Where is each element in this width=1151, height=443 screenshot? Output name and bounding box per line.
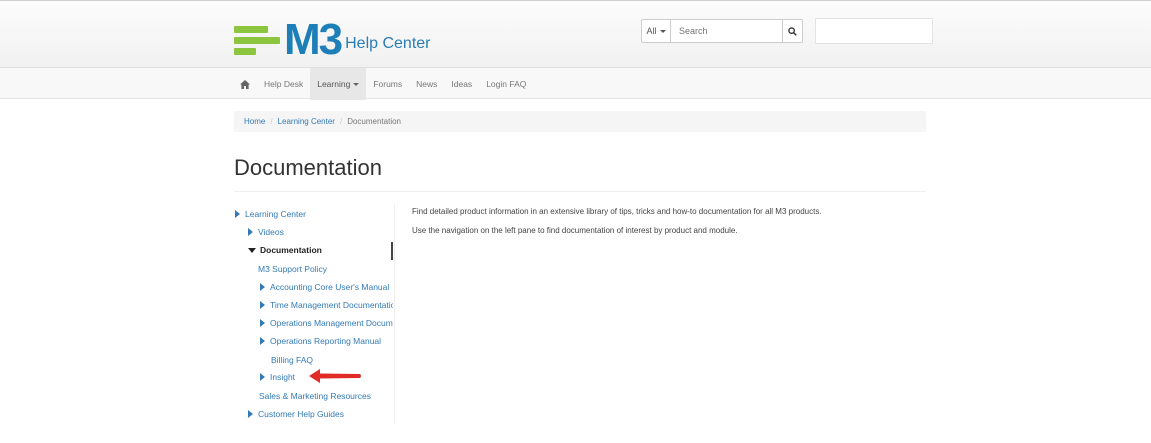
content-paragraph: Find detailed product information in an … — [412, 207, 822, 216]
caret-right-icon — [260, 319, 265, 327]
tree-item-learning-center[interactable]: Learning Center — [235, 208, 306, 220]
tree-item-label: Videos — [258, 227, 284, 237]
nav-label: Forums — [373, 79, 403, 89]
title-divider — [234, 191, 926, 192]
breadcrumb-separator: / — [270, 117, 273, 126]
breadcrumb-learning-center[interactable]: Learning Center — [278, 117, 335, 126]
tree-item-videos[interactable]: Videos — [248, 226, 284, 238]
nav-login-faq[interactable]: Login FAQ — [479, 68, 533, 100]
nav-news[interactable]: News — [409, 68, 444, 100]
caret-down-icon — [248, 247, 256, 253]
nav-home[interactable] — [233, 68, 257, 100]
search-icon — [788, 26, 797, 36]
caret-right-icon — [260, 373, 265, 381]
tree-item-time-management[interactable]: Time Management Documentation — [260, 299, 393, 311]
tree-item-label: Operations Management Documentation — [270, 318, 393, 328]
search-button[interactable] — [783, 19, 803, 43]
breadcrumb-separator: / — [339, 117, 343, 126]
search-scope-label: All — [646, 26, 657, 36]
tree-item-label: Documentation — [260, 245, 322, 255]
content-paragraph: Use the navigation on the left pane to f… — [412, 226, 738, 235]
tree-item-label: Billing FAQ — [271, 355, 314, 365]
nav-label: News — [416, 79, 438, 89]
tree-item-operations-management[interactable]: Operations Management Documentation — [260, 317, 393, 329]
tree-item-label: Operations Reporting Manual — [270, 336, 382, 346]
caret-right-icon — [260, 283, 265, 291]
page-title: Documentation — [234, 155, 382, 180]
tree-divider — [394, 204, 395, 424]
nav-learning-dropdown[interactable]: Learning — [310, 68, 367, 100]
header-blank-box — [815, 18, 933, 44]
main-nav: Help Desk Learning Forums News Ideas Log… — [0, 67, 1151, 100]
site-logo[interactable]: M3 Help Center — [234, 18, 431, 62]
annotation-arrow-icon — [309, 369, 361, 383]
tree-item-label: Time Management Documentation — [270, 300, 393, 310]
breadcrumb-home[interactable]: Home — [244, 117, 265, 126]
tree-item-label: Sales & Marketing Resources — [259, 391, 371, 401]
breadcrumb-current: Documentation — [347, 117, 401, 126]
tree-item-label: Insight — [270, 372, 296, 382]
nav-ideas[interactable]: Ideas — [444, 68, 479, 100]
site-header: M3 Help Center All — [0, 0, 1151, 67]
nav-label: Help Desk — [264, 79, 304, 89]
tree-item-operations-reporting[interactable]: Operations Reporting Manual — [260, 335, 393, 347]
logo-subtitle: Help Center — [345, 35, 431, 52]
search-scope-dropdown[interactable]: All — [641, 19, 671, 43]
breadcrumb: Home / Learning Center / Documentation — [234, 111, 926, 132]
tree-item-billing-faq[interactable]: Billing FAQ — [271, 354, 313, 366]
chevron-down-icon — [353, 82, 360, 86]
tree-item-m3-support-policy[interactable]: M3 Support Policy — [258, 263, 327, 275]
tree-item-label: Accounting Core User's Manual — [270, 282, 390, 292]
nav-label: Ideas — [451, 79, 473, 89]
caret-right-icon — [235, 210, 240, 218]
tree-item-insight[interactable]: Insight — [260, 371, 295, 383]
caret-right-icon — [248, 410, 253, 418]
tree-item-label: Customer Help Guides — [258, 409, 344, 419]
caret-right-icon — [260, 301, 265, 309]
tree-item-sales-marketing[interactable]: Sales & Marketing Resources — [259, 390, 371, 402]
home-icon — [240, 79, 250, 89]
search-input[interactable] — [671, 19, 783, 43]
search-group: All — [641, 19, 803, 43]
tree-item-documentation[interactable]: Documentation — [248, 244, 322, 256]
tree-item-label: Learning Center — [245, 209, 306, 219]
nav-label: Login FAQ — [486, 79, 527, 89]
caret-right-icon — [248, 228, 253, 236]
logo-bars-icon — [234, 20, 282, 60]
tree-item-accounting-core[interactable]: Accounting Core User's Manual — [260, 281, 393, 293]
logo-wordmark: M3 — [284, 15, 343, 64]
tree-active-indicator — [391, 242, 393, 260]
nav-forums[interactable]: Forums — [366, 68, 409, 100]
caret-right-icon — [260, 337, 265, 345]
chevron-down-icon — [659, 29, 666, 33]
tree-item-label: M3 Support Policy — [258, 264, 327, 274]
nav-help-desk[interactable]: Help Desk — [257, 68, 310, 100]
tree-item-customer-help-guides[interactable]: Customer Help Guides — [248, 408, 344, 420]
nav-label: Learning — [317, 79, 351, 89]
